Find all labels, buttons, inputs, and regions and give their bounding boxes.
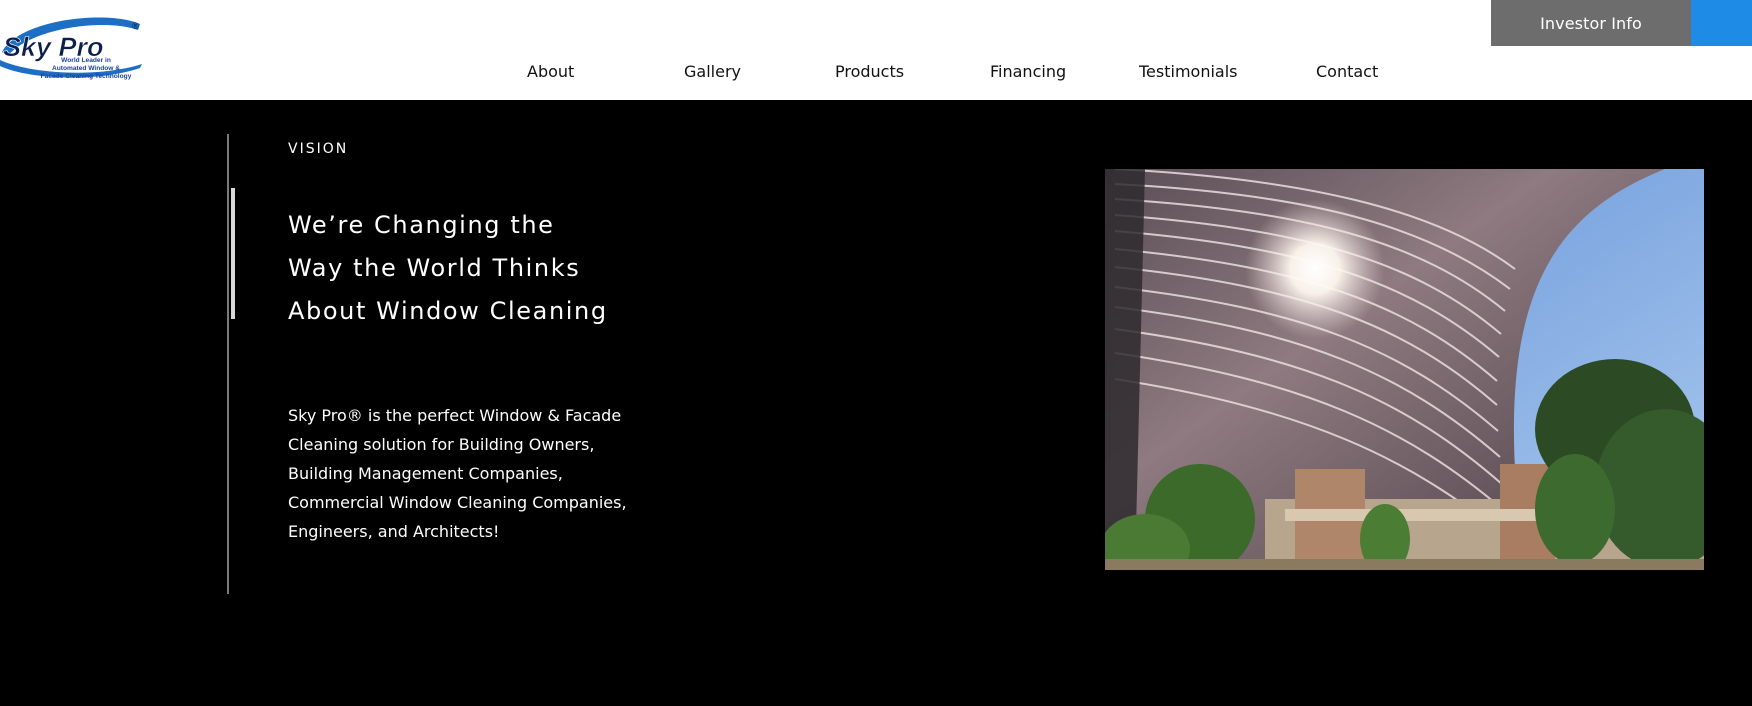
headline-line: We’re Changing the bbox=[288, 211, 555, 239]
investor-info-button[interactable]: Investor Info bbox=[1491, 0, 1691, 46]
logo-registered-mark: ® bbox=[132, 21, 139, 31]
main-nav: About Gallery Products Financing Testimo… bbox=[0, 62, 1752, 86]
nav-item-gallery[interactable]: Gallery bbox=[684, 62, 741, 81]
vision-body-text: Sky Pro® is the perfect Window & Facade … bbox=[288, 406, 627, 541]
vision-section: VISION We’re Changing the Way the World … bbox=[0, 100, 1752, 706]
site-header: Sky Pro ® World Leader in Automated Wind… bbox=[0, 0, 1752, 100]
headline-accent-bar bbox=[231, 188, 235, 319]
vision-headline: We’re Changing the Way the World Thinks … bbox=[288, 204, 688, 333]
menu-accent-button[interactable] bbox=[1691, 0, 1752, 46]
vertical-divider bbox=[227, 134, 229, 594]
building-photo bbox=[1105, 169, 1704, 570]
headline-line: About Window Cleaning bbox=[288, 297, 608, 325]
nav-item-testimonials[interactable]: Testimonials bbox=[1139, 62, 1238, 81]
section-eyebrow: VISION bbox=[288, 141, 349, 157]
nav-item-contact[interactable]: Contact bbox=[1316, 62, 1378, 81]
nav-item-financing[interactable]: Financing bbox=[990, 62, 1066, 81]
nav-item-products[interactable]: Products bbox=[835, 62, 904, 81]
investor-info-label: Investor Info bbox=[1540, 13, 1642, 33]
nav-item-about[interactable]: About bbox=[527, 62, 574, 81]
headline-line: Way the World Thinks bbox=[288, 254, 581, 282]
